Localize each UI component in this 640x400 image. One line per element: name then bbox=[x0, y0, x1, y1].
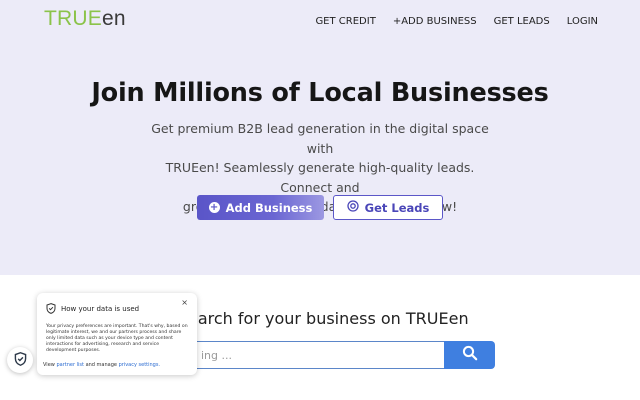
shield-icon bbox=[46, 299, 56, 318]
close-icon[interactable]: × bbox=[181, 298, 188, 307]
add-business-button[interactable]: + Add Business bbox=[197, 195, 324, 220]
consent-title: How your data is used bbox=[61, 304, 140, 313]
partner-list-link[interactable]: partner list bbox=[56, 362, 84, 368]
privacy-shield-button[interactable] bbox=[7, 347, 33, 373]
consent-body: Your privacy preferences are important. … bbox=[46, 324, 188, 353]
logo-true-text: TRUE bbox=[44, 7, 102, 30]
logo-en-text: en bbox=[101, 7, 126, 30]
logo[interactable]: TRUEen bbox=[44, 7, 126, 31]
consent-header: How your data is used bbox=[46, 299, 188, 318]
target-icon bbox=[346, 200, 359, 215]
nav-login[interactable]: LOGIN bbox=[567, 16, 598, 27]
top-nav: GET CREDIT +ADD BUSINESS GET LEADS LOGIN bbox=[315, 16, 598, 27]
consent-footer-view: View bbox=[43, 362, 55, 368]
search-icon bbox=[462, 345, 478, 365]
hero-headline: Join Millions of Local Businesses bbox=[91, 78, 549, 108]
search-input[interactable] bbox=[193, 342, 445, 368]
nav-get-leads[interactable]: GET LEADS bbox=[494, 16, 550, 27]
search-button[interactable] bbox=[444, 341, 495, 369]
plus-circle-icon: + bbox=[208, 202, 220, 213]
hero-subtext-line: TRUEen! Seamlessly generate high-quality… bbox=[165, 160, 475, 195]
consent-footer: View partner list and manage privacy set… bbox=[43, 362, 160, 368]
get-leads-label: Get Leads bbox=[364, 200, 430, 215]
hero-subtext-line: Get premium B2B lead generation in the d… bbox=[151, 121, 489, 156]
nav-add-business[interactable]: +ADD BUSINESS bbox=[393, 16, 477, 27]
nav-get-credit[interactable]: GET CREDIT bbox=[315, 16, 375, 27]
search-title: earch for your business on TRUEen bbox=[188, 309, 469, 328]
get-leads-button[interactable]: Get Leads bbox=[333, 195, 443, 220]
shield-icon bbox=[14, 351, 27, 370]
privacy-consent-popup: How your data is used × Your privacy pre… bbox=[37, 293, 197, 375]
privacy-settings-link[interactable]: privacy settings. bbox=[119, 362, 160, 368]
search-field-wrapper bbox=[192, 341, 445, 369]
add-business-label: Add Business bbox=[225, 200, 313, 215]
consent-footer-and: and manage bbox=[85, 362, 117, 368]
